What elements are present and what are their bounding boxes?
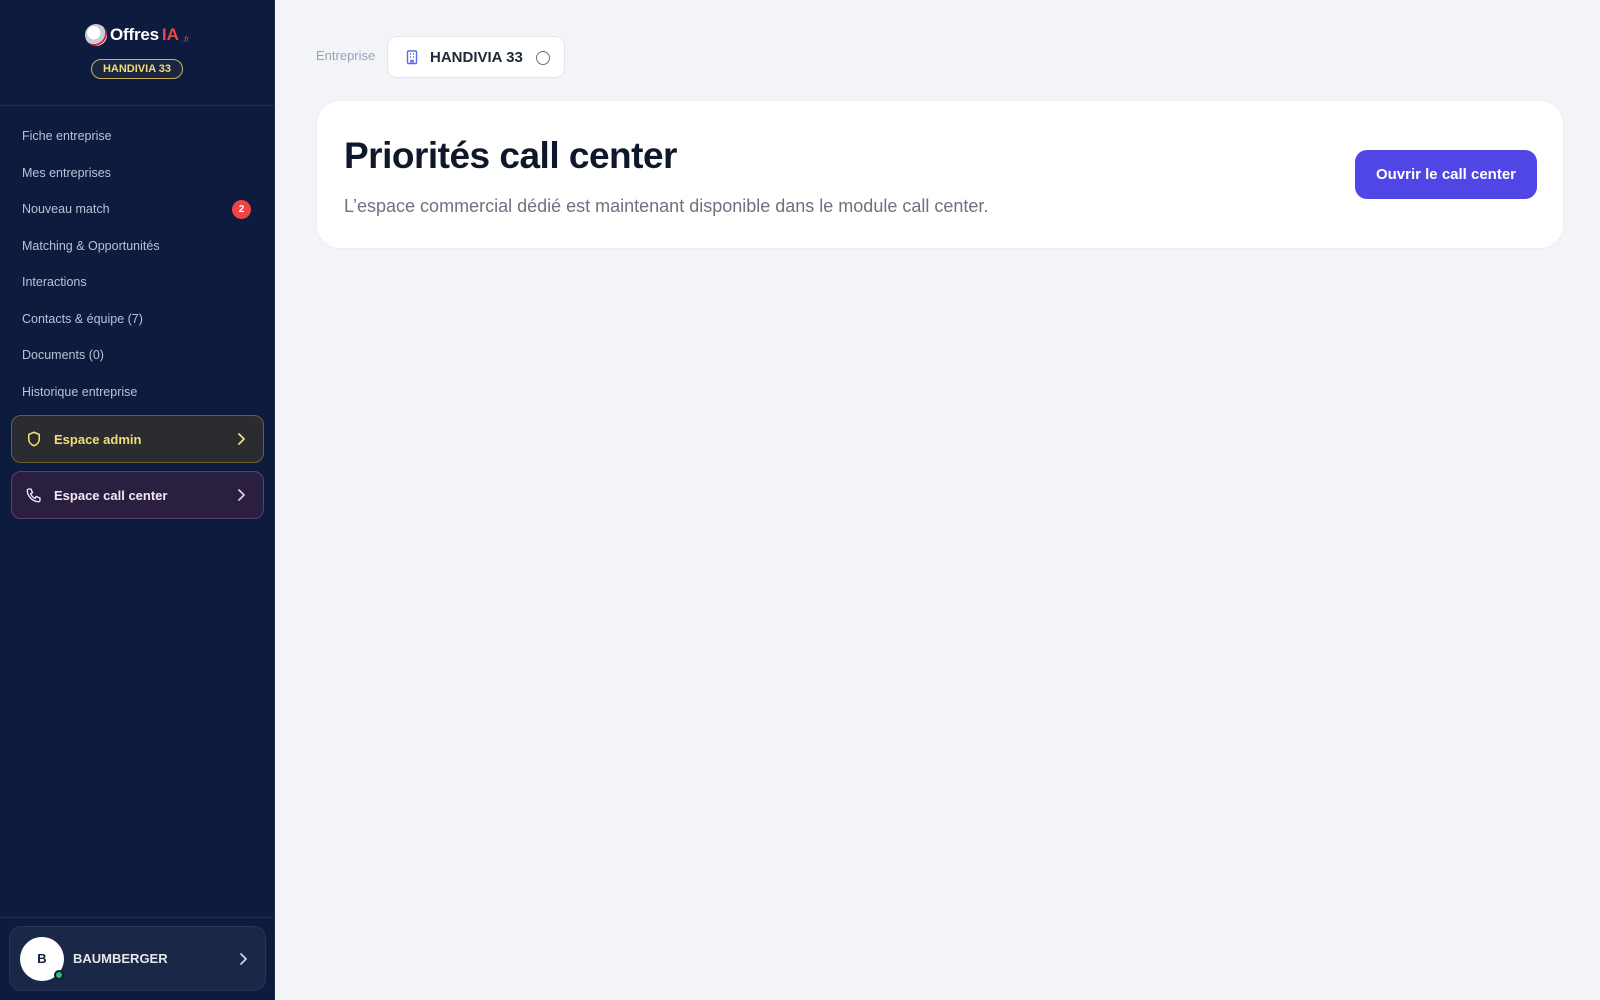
sidebar-item-mes-entreprises[interactable]: Mes entreprises: [0, 155, 274, 192]
sidebar-nav: Fiche entreprise Mes entreprises Nouveau…: [0, 106, 274, 410]
sidebar-item-matching[interactable]: Matching & Opportunités: [0, 228, 274, 265]
company-chip: HANDIVIA 33: [90, 59, 184, 79]
company-selector-label: Entreprise: [316, 48, 376, 63]
sidebar-item-historique[interactable]: Historique entreprise: [0, 374, 274, 411]
chevron-right-icon: [237, 951, 249, 967]
shield-icon: [25, 430, 43, 448]
sidebar-item-contacts[interactable]: Contacts & équipe (7): [0, 301, 274, 338]
sidebar-item-label: Fiche entreprise: [22, 129, 112, 144]
card-description: L’espace commercial dédié est maintenant…: [344, 196, 989, 216]
admin-space-label: Espace admin: [54, 431, 142, 447]
open-call-center-button[interactable]: Ouvrir le call center: [1355, 150, 1537, 199]
sidebar-item-label: Documents (0): [22, 348, 104, 363]
brand-area: Offres IA .fr HANDIVIA 33: [0, 0, 274, 106]
company-selector-value: HANDIVIA 33: [430, 48, 523, 66]
call-center-priorities-card: Priorités call center L’espace commercia…: [316, 100, 1564, 249]
avatar: B: [20, 936, 64, 981]
sidebar-item-label: Interactions: [22, 275, 87, 290]
sidebar-item-label: Contacts & équipe (7): [22, 311, 143, 326]
sidebar-item-nouveau-match[interactable]: Nouveau match 2: [0, 191, 274, 228]
notification-badge: 2: [232, 200, 251, 219]
logo-name: Offres: [110, 25, 159, 44]
sidebar: Offres IA .fr HANDIVIA 33 Fiche entreprise…: [0, 0, 275, 1000]
sidebar-divider: [0, 917, 275, 918]
chevron-right-icon: [235, 431, 247, 447]
sidebar-item-fiche-entreprise[interactable]: Fiche entreprise: [0, 118, 274, 155]
logo-accent: IA: [161, 25, 179, 44]
brain-logo-icon: [85, 24, 107, 46]
call-center-space-label: Espace call center: [54, 487, 168, 503]
building-icon: [404, 49, 420, 65]
logo-tld: .fr: [181, 34, 189, 44]
sidebar-item-interactions[interactable]: Interactions: [0, 264, 274, 301]
sidebar-item-label: Mes entreprises: [22, 165, 111, 180]
loading-indicator-icon: [536, 51, 550, 65]
user-menu-button[interactable]: B BAUMBERGER: [9, 926, 266, 991]
sidebar-item-label: Matching & Opportunités: [22, 238, 160, 253]
chevron-right-icon: [235, 487, 247, 503]
sidebar-item-documents[interactable]: Documents (0): [0, 337, 274, 374]
phone-icon: [25, 486, 43, 504]
call-center-space-button[interactable]: Espace call center: [11, 471, 264, 519]
user-name: BAUMBERGER: [73, 951, 168, 966]
company-selector[interactable]: HANDIVIA 33: [387, 36, 565, 78]
online-status-indicator: [54, 969, 64, 980]
logo[interactable]: Offres IA .fr: [85, 24, 189, 46]
admin-space-button[interactable]: Espace admin: [11, 415, 264, 463]
page-title: Priorités call center: [344, 135, 677, 176]
sidebar-item-label: Historique entreprise: [22, 384, 138, 399]
sidebar-item-label: Nouveau match: [22, 202, 110, 217]
avatar-initial: B: [37, 951, 47, 966]
